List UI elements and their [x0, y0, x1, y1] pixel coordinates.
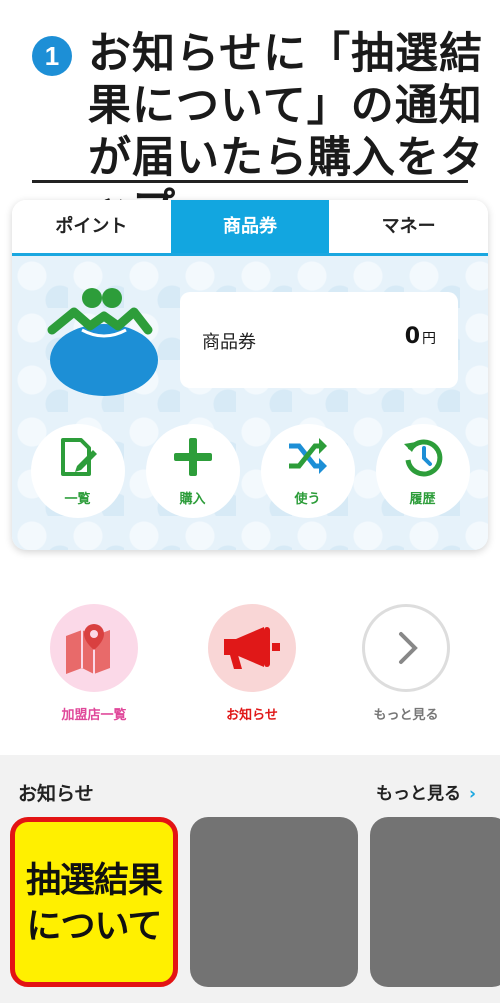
news-card[interactable] — [190, 817, 358, 987]
notices-circle — [208, 604, 296, 692]
news-more-link[interactable]: もっと見る › — [376, 779, 476, 804]
shortcut-more[interactable]: もっと見る — [358, 604, 454, 724]
use-button[interactable]: 使う — [260, 424, 355, 518]
more-circle — [362, 604, 450, 692]
balance-box: 商品券 0円 — [180, 292, 458, 388]
shortcut-notices[interactable]: お知らせ — [204, 604, 300, 724]
tab-voucher[interactable]: 商品券 — [170, 200, 330, 253]
history-label: 履歴 — [409, 492, 436, 507]
plus-icon — [173, 438, 212, 476]
shortcut-store-list[interactable]: 加盟店一覧 — [46, 604, 142, 724]
notices-label: お知らせ — [226, 708, 278, 723]
chevron-right-icon: › — [468, 784, 476, 804]
news-title: お知らせ — [18, 783, 94, 805]
purchase-button[interactable]: 購入 — [145, 424, 240, 518]
megaphone-icon — [224, 627, 280, 669]
wallet-tabs: ポイント 商品券 マネー — [12, 200, 488, 256]
mascot-wallet-icon — [47, 288, 158, 396]
news-card-lottery-result[interactable]: 抽選結果 について — [10, 817, 178, 987]
list-button[interactable]: 一覧 — [30, 424, 125, 518]
history-button[interactable]: 履歴 — [375, 424, 470, 518]
store-list-circle — [50, 604, 138, 692]
wallet-card-body: 商品券 0円 一覧 購入 使う 履歴 — [12, 256, 488, 550]
featured-line2: について — [26, 907, 163, 947]
featured-text: 抽選結果 について — [15, 858, 173, 950]
tab-point[interactable]: ポイント — [12, 200, 171, 253]
more-label: もっと見る — [373, 708, 439, 723]
news-card[interactable] — [370, 817, 500, 987]
step-number-badge: 1 — [32, 36, 72, 76]
divider — [32, 180, 468, 183]
purchase-label: 購入 — [179, 492, 206, 507]
balance-value: 0円 — [404, 324, 436, 349]
history-icon — [403, 439, 442, 477]
store-list-label: 加盟店一覧 — [61, 708, 127, 723]
chevron-right-icon — [399, 632, 418, 664]
tab-money[interactable]: マネー — [329, 200, 488, 253]
shuffle-icon — [288, 438, 327, 474]
map-pin-icon — [66, 624, 110, 674]
list-label: 一覧 — [64, 492, 91, 507]
news-section: お知らせ もっと見る › 抽選結果 について — [0, 755, 500, 1003]
use-label: 使う — [294, 492, 321, 507]
featured-line1: 抽選結果 — [25, 861, 163, 901]
balance-label: 商品券 — [202, 332, 256, 353]
action-buttons: 一覧 購入 使う 履歴 — [12, 424, 488, 518]
wallet-card: ポイント 商品券 マネー 商品券 0円 一覧 購入 使う 履歴 — [12, 200, 488, 550]
document-edit-icon — [60, 438, 97, 476]
balance-unit: 円 — [422, 331, 436, 347]
shortcut-row: 加盟店一覧 お知らせ もっと見る — [46, 604, 466, 724]
